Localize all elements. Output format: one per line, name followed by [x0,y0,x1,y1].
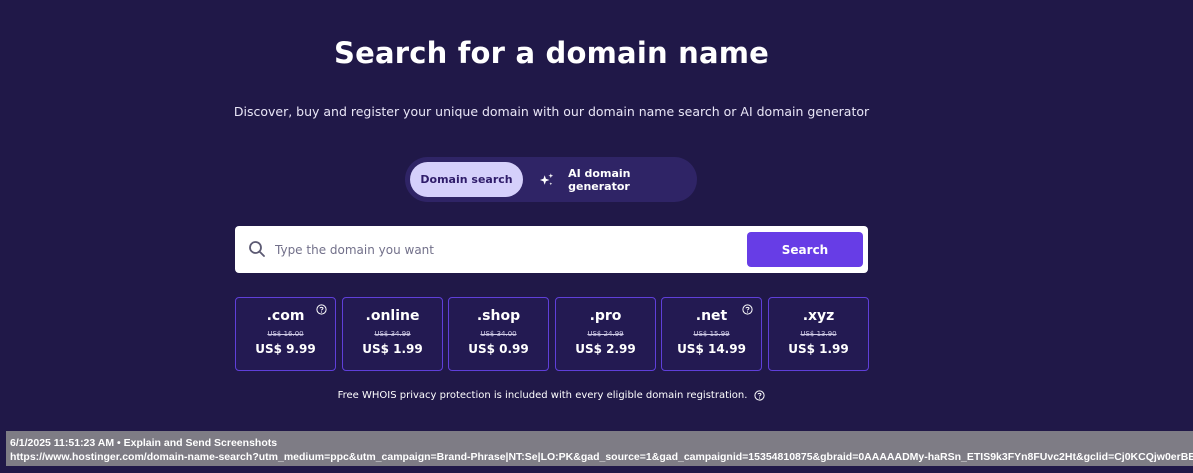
tld-old-price: US$ 15.99 [693,330,730,338]
tab-ai-domain-generator[interactable]: AI domain generator [539,162,689,197]
tld-price: US$ 0.99 [468,342,529,356]
tld-price: US$ 1.99 [362,342,423,356]
tld-old-price: US$ 24.99 [587,330,624,338]
tld-card-online[interactable]: .online US$ 34.99 US$ 1.99 [342,297,443,371]
tab-domain-search[interactable]: Domain search [410,162,523,197]
tld-name: .xyz [802,308,835,324]
tld-card-com[interactable]: .com US$ 16.00 US$ 9.99 [235,297,336,371]
status-timestamp: 6/1/2025 11:51:23 AM • Explain and Send … [10,437,278,449]
tld-card-pro[interactable]: .pro US$ 24.99 US$ 2.99 [555,297,656,371]
tld-old-price: US$ 34.00 [480,330,517,338]
page-subtitle: Discover, buy and register your unique d… [233,104,870,119]
question-circle-icon[interactable] [742,304,753,315]
domain-search-input[interactable] [275,234,735,265]
tld-card-shop[interactable]: .shop US$ 34.00 US$ 0.99 [448,297,549,371]
tld-name: .pro [589,308,622,324]
screenshot-status-bar: 6/1/2025 11:51:23 AM • Explain and Send … [6,431,1193,466]
domain-search-page: Search for a domain name Discover, buy a… [0,0,1193,473]
question-circle-icon[interactable] [754,390,766,401]
question-circle-icon[interactable] [316,304,327,315]
search-mode-toggle: Domain search AI domain generator [405,157,697,202]
tld-old-price: US$ 13.90 [800,330,837,338]
whois-note: Free WHOIS privacy protection is include… [0,390,1103,401]
tld-old-price: US$ 16.00 [267,330,304,338]
tab-domain-search-label: Domain search [420,173,513,186]
whois-note-text: Free WHOIS privacy protection is include… [337,390,748,401]
tld-name: .online [365,308,420,324]
sparkles-icon [539,172,554,185]
tld-price: US$ 9.99 [255,342,316,356]
tab-ai-domain-generator-label: AI domain generator [568,166,631,193]
tld-name: .shop [476,308,521,324]
tld-price: US$ 1.99 [788,342,849,356]
tld-card-net[interactable]: .net US$ 15.99 US$ 14.99 [661,297,762,371]
tld-price: US$ 14.99 [677,342,746,356]
search-button[interactable]: Search [747,232,863,267]
tld-old-price: US$ 34.99 [374,330,411,338]
page-title: Search for a domain name [333,36,769,70]
domain-search-bar: Search [235,226,868,273]
status-url: https://www.hostinger.com/domain-name-se… [10,451,1193,463]
tld-price: US$ 2.99 [575,342,636,356]
tld-card-xyz[interactable]: .xyz US$ 13.90 US$ 1.99 [768,297,869,371]
search-icon [249,241,265,257]
